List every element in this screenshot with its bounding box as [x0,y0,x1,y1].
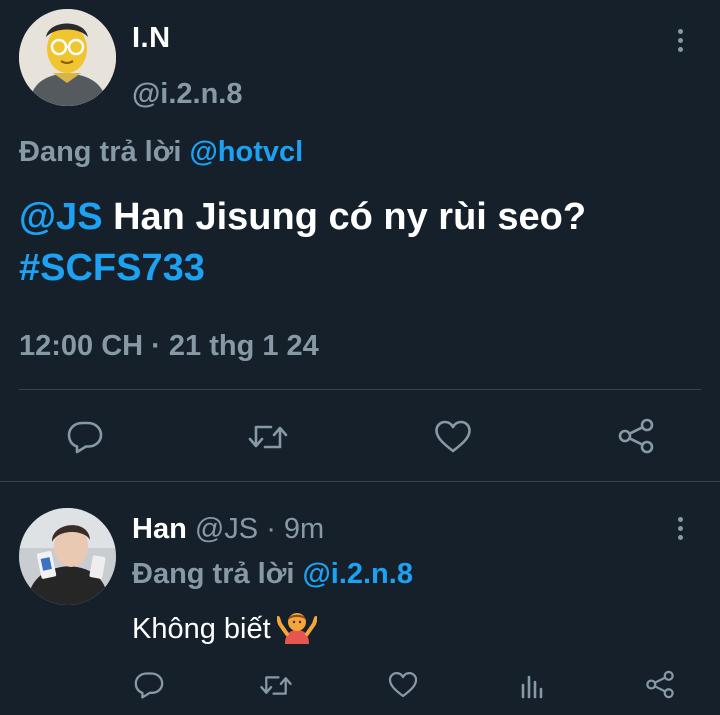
reply-author-handle[interactable]: @JS [195,513,258,545]
reply-text-content: Không biết [132,613,271,645]
reply-header: Han @JS · 9m [132,513,324,546]
section-divider [0,481,720,482]
reply-icon[interactable] [67,420,103,454]
tweet-timestamp[interactable]: 12:00 CH · 21 thg 1 24 [19,330,319,363]
reply-author-name[interactable]: Han [132,513,187,545]
author-name[interactable]: I.N [132,22,171,55]
replying-to-mention[interactable]: @i.2.n.8 [302,558,412,590]
replying-prefix: Đang trả lời [132,558,295,590]
retweet-icon[interactable] [259,672,293,699]
tweet-mention[interactable]: @JS [19,196,103,238]
tweet-hashtag[interactable]: #SCFS733 [19,247,205,289]
author-handle[interactable]: @i.2.n.8 [132,78,242,111]
reply-text: Không biết [132,610,318,652]
share-icon[interactable] [645,670,675,699]
reply-icon[interactable] [134,671,164,699]
person-shrugging-emoji [275,610,318,652]
replying-prefix: Đang trả lời [19,136,182,168]
tweet-body: Han Jisung có ny rùi seo? [102,196,587,238]
analytics-icon[interactable] [520,671,544,699]
tweet-text: @JS Han Jisung có ny rùi seo? #SCFS733 [19,192,586,294]
reply-time[interactable]: · 9m [258,513,324,545]
heart-icon[interactable] [434,420,472,454]
share-icon[interactable] [617,418,655,454]
avatar-image [19,9,116,106]
avatar[interactable] [19,9,116,106]
reply-avatar[interactable] [19,508,116,605]
replying-to-line: Đang trả lời @hotvcl [19,136,303,169]
replying-to-mention[interactable]: @hotvcl [189,136,303,168]
more-vertical-icon[interactable] [676,29,684,55]
heart-icon[interactable] [388,671,418,699]
more-vertical-icon[interactable] [676,517,684,543]
divider [19,389,701,390]
avatar-image [19,508,116,605]
retweet-icon[interactable] [247,421,289,453]
reply-replying-to-line: Đang trả lời @i.2.n.8 [132,558,413,591]
